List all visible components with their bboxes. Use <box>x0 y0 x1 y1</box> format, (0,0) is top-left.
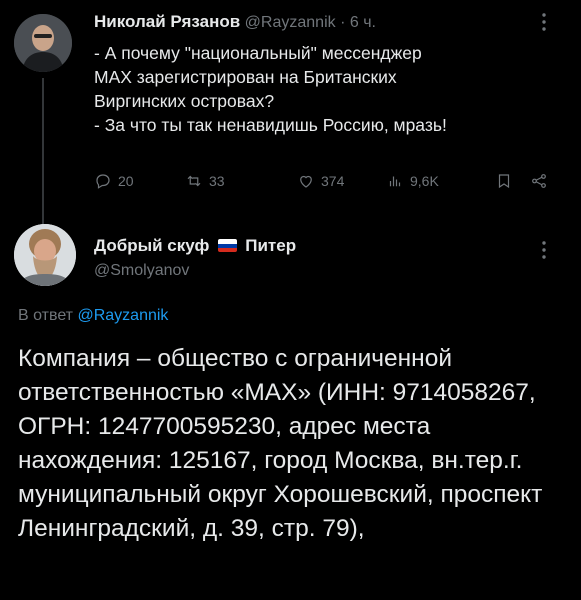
reply-context: В ответ @Rayzannik <box>18 307 168 325</box>
share-icon <box>532 174 546 188</box>
more-options-icon[interactable] <box>541 240 547 260</box>
author-handle[interactable]: @Rayzannik <box>245 14 336 31</box>
heart-icon <box>300 175 312 188</box>
reply-to-link[interactable]: @Rayzannik <box>77 307 168 324</box>
author-name-suffix[interactable]: Питер <box>245 236 296 255</box>
retweet-button[interactable]: 33 <box>185 172 225 190</box>
author-name[interactable]: Добрый скуф <box>94 236 209 255</box>
russian-flag-icon <box>217 239 237 253</box>
view-count: 9,6K <box>410 173 439 189</box>
like-count: 374 <box>321 173 345 189</box>
reply-prefix: В ответ <box>18 307 74 324</box>
share-button[interactable] <box>530 172 548 190</box>
avatar[interactable] <box>14 224 76 286</box>
avatar-photo <box>14 224 76 286</box>
tweet-text: - А почему "национальный" мессенджер MAX… <box>94 43 447 135</box>
avatar-photo <box>14 14 72 72</box>
reply-count: 20 <box>118 173 134 189</box>
tweet-text: Компания – общество с ограниченной ответ… <box>18 345 543 542</box>
avatar[interactable] <box>14 14 72 72</box>
author-handle[interactable]: @Smolyanov <box>94 262 189 280</box>
retweet-icon <box>187 175 201 187</box>
author-name[interactable]: Николай Рязанов <box>94 12 240 31</box>
more-options-icon[interactable] <box>541 12 547 32</box>
reply-icon <box>96 174 110 189</box>
tweet-time[interactable]: · 6 ч. <box>340 14 376 31</box>
retweet-count: 33 <box>209 173 225 189</box>
thread-line <box>42 78 44 226</box>
views-button[interactable]: 9,6K <box>386 172 439 190</box>
reply-button[interactable]: 20 <box>94 172 134 190</box>
like-button[interactable]: 374 <box>297 172 344 190</box>
bookmark-button[interactable] <box>495 172 513 190</box>
bookmark-icon <box>498 174 510 189</box>
views-icon <box>389 176 401 187</box>
